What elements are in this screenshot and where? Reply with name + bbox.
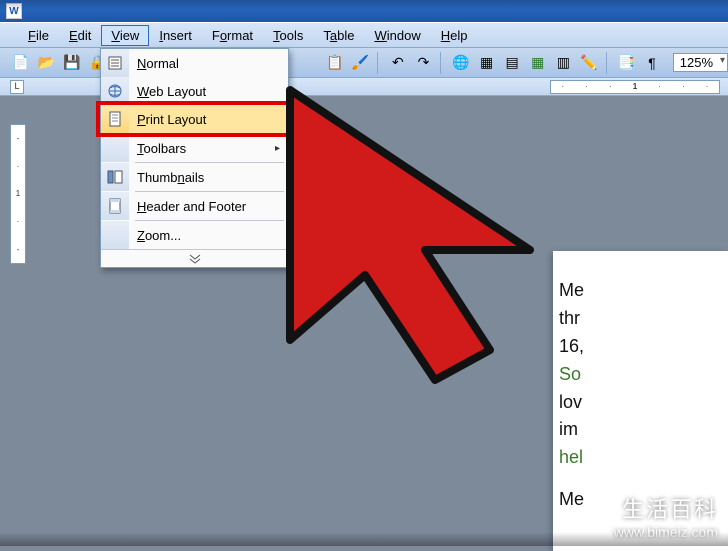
watermark-url: www.bimeiz.com: [614, 524, 718, 540]
separator: [606, 52, 610, 74]
paste-icon[interactable]: 📋: [324, 52, 346, 74]
columns-icon[interactable]: ▥: [553, 52, 575, 74]
vertical-ruler[interactable]: -·1·-: [10, 124, 26, 264]
menu-insert[interactable]: Insert: [149, 25, 202, 46]
insert-table-icon[interactable]: ▤: [501, 52, 523, 74]
menuitem-thumbnails[interactable]: Thumbnails: [101, 163, 288, 191]
menuitem-web-layout[interactable]: Web Layout: [101, 77, 288, 105]
menu-table[interactable]: Table: [313, 25, 364, 46]
menuitem-normal[interactable]: Normal: [101, 49, 288, 77]
tables-borders-icon[interactable]: ▦: [476, 52, 498, 74]
doc-text-line: lov: [559, 389, 728, 417]
excel-icon[interactable]: ▦: [527, 52, 549, 74]
view-dropdown-menu: Normal Web Layout Print Layout Toolbars …: [100, 48, 289, 268]
menu-help[interactable]: Help: [431, 25, 478, 46]
menu-format[interactable]: Format: [202, 25, 263, 46]
word-app-icon: W: [6, 3, 22, 19]
menu-expand-chevron[interactable]: [101, 249, 288, 267]
menu-view[interactable]: View: [101, 25, 149, 46]
doc-text-line: im: [559, 416, 728, 444]
hyperlink-icon[interactable]: 🌐: [450, 52, 472, 74]
redo-icon[interactable]: ↷: [413, 52, 435, 74]
doc-text-line: hel: [559, 444, 728, 472]
print-layout-icon: [107, 111, 123, 127]
doc-text-line: So: [559, 361, 728, 389]
menu-tools[interactable]: Tools: [263, 25, 313, 46]
doc-text-line: thr: [559, 305, 728, 333]
doc-text-line: 16,: [559, 333, 728, 361]
doc-text-line: Me: [559, 277, 728, 305]
show-paragraph-icon[interactable]: ¶: [641, 52, 663, 74]
format-painter-icon[interactable]: 🖌️: [350, 52, 372, 74]
separator: [377, 52, 381, 74]
open-icon[interactable]: 📂: [36, 52, 58, 74]
watermark-text: 生活百科: [614, 492, 718, 524]
menuitem-print-layout[interactable]: Print Layout: [101, 105, 288, 133]
horizontal-ruler-fragment[interactable]: ···1···: [550, 80, 720, 94]
submenu-arrow-icon: ▸: [275, 143, 280, 154]
thumbnails-icon: [107, 169, 123, 185]
watermark: 生活百科 www.bimeiz.com: [614, 492, 718, 540]
menuitem-zoom[interactable]: Zoom...: [101, 221, 288, 249]
menu-edit[interactable]: Edit: [59, 25, 101, 46]
tab-selector[interactable]: L: [10, 80, 24, 94]
header-footer-icon: [107, 198, 123, 214]
save-icon[interactable]: 💾: [61, 52, 83, 74]
normal-view-icon: [107, 55, 123, 71]
menuitem-toolbars[interactable]: Toolbars ▸: [101, 134, 288, 162]
undo-icon[interactable]: ↶: [387, 52, 409, 74]
menu-file[interactable]: FFileile: [18, 25, 59, 46]
chevron-down-icon: [189, 254, 201, 264]
zoom-dropdown[interactable]: 125%: [673, 53, 728, 72]
menu-window[interactable]: Window: [365, 25, 431, 46]
separator: [440, 52, 444, 74]
menuitem-header-footer[interactable]: Header and Footer: [101, 192, 288, 220]
doc-map-icon[interactable]: 📑: [616, 52, 638, 74]
new-doc-icon[interactable]: 📄: [10, 52, 32, 74]
window-titlebar: W: [0, 0, 728, 22]
web-layout-icon: [107, 83, 123, 99]
drawing-icon[interactable]: ✏️: [578, 52, 600, 74]
menubar: FFileile Edit View Insert Format Tools T…: [0, 22, 728, 48]
